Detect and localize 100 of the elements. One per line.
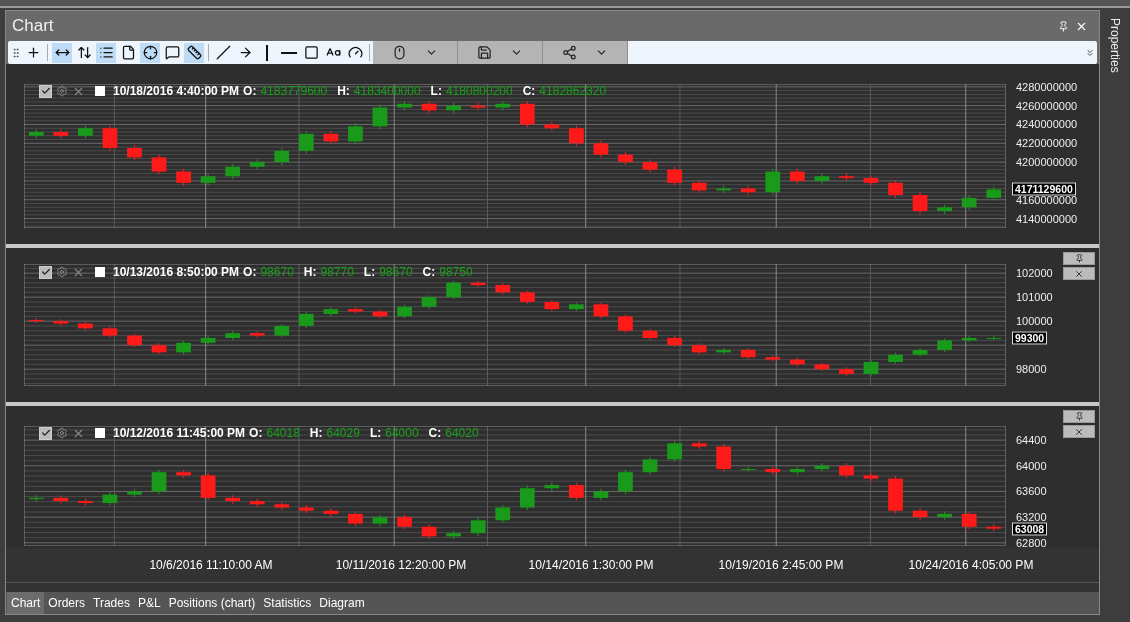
close-button[interactable] (1063, 267, 1095, 280)
legend-label: C: (522, 84, 536, 98)
axis-tick-label: 4160000000 (1016, 193, 1078, 206)
candlestick (961, 194, 977, 211)
toolbar-dropdown[interactable] (373, 41, 458, 64)
candlestick (569, 124, 584, 147)
axis-date-label: 10/11/2016 12:20:00 PM (334, 558, 468, 572)
candlestick (765, 465, 781, 476)
legend-label: L: (369, 426, 382, 440)
candlestick (372, 514, 388, 527)
legend-label: C: (428, 426, 442, 440)
candlestick (765, 168, 781, 196)
horizontal-line-icon (281, 51, 297, 54)
window-title: Chart (12, 16, 55, 36)
candlestick (937, 337, 952, 353)
candlestick (421, 294, 437, 310)
candlestick (691, 342, 707, 355)
candlestick (495, 100, 511, 111)
candlestick (740, 465, 756, 473)
legend-label: H: (309, 426, 323, 440)
toolbar-button[interactable] (140, 42, 160, 63)
axis-tick-label: 62800 (1016, 536, 1047, 549)
toolbar-button[interactable] (184, 42, 204, 63)
candlestick (446, 280, 461, 300)
tab[interactable]: Orders (44, 592, 90, 614)
candlestick (176, 340, 191, 355)
settings-icon[interactable] (56, 85, 68, 97)
overflow-icon[interactable] (1085, 47, 1095, 58)
candlestick (127, 144, 142, 161)
last-price-label: 63008 (1012, 522, 1048, 536)
candlestick (348, 510, 363, 527)
axis-tick-label: 63200 (1016, 511, 1047, 524)
candlestick (814, 361, 830, 372)
pin-icon (1058, 20, 1069, 32)
toolbar-button[interactable] (96, 42, 116, 63)
tab[interactable]: Positions (chart) (164, 592, 260, 614)
color-swatch[interactable] (95, 267, 105, 277)
legend-value: 4180800200 (445, 84, 513, 98)
checkbox[interactable] (39, 265, 52, 279)
ruler-icon (186, 45, 202, 60)
axis-tick-label: 102000 (1016, 267, 1053, 280)
tab[interactable]: Diagram (315, 592, 369, 614)
candlestick (372, 104, 388, 130)
color-swatch[interactable] (95, 86, 105, 96)
axis-date-label: 10/6/2016 11:10:00 AM (148, 558, 274, 572)
axis-tick-label: 4200000000 (1016, 156, 1078, 169)
axis-tick-label: 101000 (1016, 291, 1053, 304)
candlestick (961, 510, 977, 530)
settings-icon[interactable] (56, 266, 68, 278)
candlestick (127, 488, 142, 498)
candlestick (397, 304, 412, 319)
candlestick (912, 191, 928, 215)
candlestick (519, 289, 535, 305)
candlestick (544, 121, 560, 132)
candlestick (78, 321, 93, 331)
legend-value: 98750 (439, 265, 473, 279)
color-swatch[interactable] (95, 428, 105, 438)
candlestick (839, 366, 854, 377)
axis-tick-label: 64000 (1016, 459, 1047, 472)
axis-tick-label: 4280000000 (1016, 80, 1078, 93)
candlestick (470, 280, 486, 288)
pin-button[interactable] (1063, 252, 1095, 265)
candlestick (78, 124, 93, 140)
tab[interactable]: Chart (7, 592, 45, 614)
candlestick (446, 530, 461, 540)
axis-tick-label: 64400 (1016, 434, 1047, 447)
candlestick (839, 462, 854, 479)
legend-value: 4183400000 (353, 84, 421, 98)
side-tab[interactable]: Properties (1108, 18, 1122, 73)
pin-button[interactable] (1063, 410, 1095, 423)
legend-value: 64020 (445, 426, 479, 440)
candlestick (667, 335, 682, 348)
toolbar-dropdown[interactable] (458, 41, 543, 64)
page-icon (120, 45, 136, 60)
arrow-icon (237, 45, 253, 60)
toolbar-button[interactable] (52, 42, 72, 63)
tab[interactable]: Statistics (259, 592, 316, 614)
candlestick (618, 151, 633, 166)
candlestick (642, 328, 658, 341)
candlestick (888, 352, 903, 365)
legend-value: 64029 (326, 426, 360, 440)
candlestick (200, 172, 216, 187)
list-icon (98, 45, 114, 60)
share-icon (562, 45, 577, 60)
tab[interactable]: P&L (133, 592, 165, 614)
candlestick (569, 481, 584, 501)
candlestick (691, 179, 707, 194)
legend-label: L: (430, 84, 442, 98)
candlestick (765, 354, 781, 362)
toolbar-dropdown[interactable] (543, 41, 628, 64)
axis-date-label: 10/14/2016 1:30:00 PM (527, 558, 655, 572)
close-button[interactable] (1063, 425, 1095, 438)
settings-icon[interactable] (56, 427, 68, 439)
mouse-icon (392, 45, 407, 60)
candlestick (495, 282, 511, 295)
pin-icon (1074, 412, 1084, 421)
tab[interactable]: Trades (89, 592, 134, 614)
candlestick (839, 172, 854, 182)
legend-label: O: (243, 265, 257, 279)
close-icon (1074, 426, 1084, 437)
